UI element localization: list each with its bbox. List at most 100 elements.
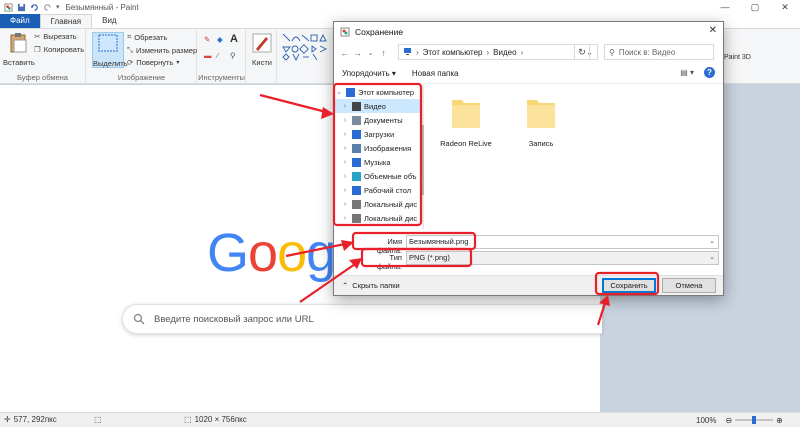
cut-button[interactable]: ✂ Вырезать: [34, 32, 77, 41]
folder-item[interactable]: Запись: [511, 85, 571, 148]
up-icon[interactable]: ↑: [377, 48, 390, 58]
organize-button[interactable]: Упорядочить ▾: [334, 69, 404, 78]
minimize-icon[interactable]: —: [710, 0, 740, 14]
undo-icon[interactable]: [30, 3, 39, 12]
color-picker-icon[interactable]: ⁄: [217, 51, 218, 60]
address-folder[interactable]: Видео: [493, 48, 516, 57]
window-title: Безымянный - Paint: [65, 2, 139, 12]
resize-label: Изменить размер: [136, 45, 198, 55]
filename-input[interactable]: Безымянный.png ⌄: [406, 235, 719, 249]
tree-item[interactable]: › Документы: [334, 113, 424, 127]
collapsed-chevron-icon[interactable]: ›: [341, 117, 349, 124]
cursor-icon: ✛: [4, 415, 11, 424]
collapsed-chevron-icon[interactable]: ›: [341, 173, 349, 180]
tree-item-label: Изображения: [364, 143, 412, 153]
new-folder-button[interactable]: Новая папка: [404, 69, 467, 78]
view-controls: ▤ ▾ ?: [680, 67, 715, 78]
shapes-gallery-icon[interactable]: [282, 33, 334, 63]
recent-dropdown-icon[interactable]: ⌄: [364, 49, 377, 57]
zoom-control: 100% ⊖ ⊕: [696, 415, 783, 425]
tree-item-label: Объемные объ: [364, 171, 417, 181]
collapsed-chevron-icon[interactable]: ›: [341, 201, 349, 208]
video-icon: [352, 101, 361, 111]
save-button[interactable]: Сохранить: [602, 278, 656, 293]
tree-item-label: Загрузки: [364, 129, 395, 139]
qat-dropdown-icon[interactable]: ▾: [56, 3, 60, 11]
collapsed-chevron-icon[interactable]: ›: [341, 103, 349, 110]
clipboard-group-label: Буфер обмена: [17, 73, 68, 82]
collapsed-chevron-icon[interactable]: ›: [341, 159, 349, 166]
tree-item[interactable]: › Загрузки: [334, 127, 424, 141]
forward-icon[interactable]: →: [351, 48, 364, 58]
paint3d-label: Paint 3D: [724, 54, 751, 61]
fill-icon[interactable]: ◆: [217, 35, 223, 44]
select-button[interactable]: Выделить: [92, 32, 128, 68]
hide-folders-toggle[interactable]: ⌃ Скрыть папки: [342, 281, 400, 290]
cancel-button[interactable]: Отмена: [662, 278, 716, 293]
close-window-icon[interactable]: ✕: [770, 0, 800, 14]
tree-item[interactable]: › Локальный дис: [334, 211, 424, 225]
address-bar[interactable]: › Этот компьютер › Видео › ⌄: [398, 44, 598, 60]
eraser-icon[interactable]: ▬: [204, 51, 212, 60]
filetype-dropdown-icon[interactable]: ⌄: [709, 252, 715, 264]
tab-home[interactable]: Главная: [39, 14, 93, 28]
tree-scroll-thumb[interactable]: [422, 125, 424, 195]
tree-item[interactable]: › Видео: [334, 99, 424, 113]
paste-button[interactable]: Вставить: [3, 32, 35, 67]
canvas-size-value: 1020 × 756пкс: [194, 415, 247, 424]
paint-app-icon: [4, 2, 13, 12]
folder-icon: [527, 100, 555, 128]
disk-icon: [352, 213, 361, 223]
paint3d-button[interactable]: Paint 3D: [724, 40, 800, 80]
pencil-icon[interactable]: ✎: [204, 35, 210, 44]
expanded-chevron-icon[interactable]: ⌄: [335, 88, 343, 96]
collapsed-chevron-icon[interactable]: ›: [341, 131, 349, 138]
filetype-select[interactable]: PNG (*.png) ⌄: [406, 251, 719, 265]
tab-view[interactable]: Вид: [92, 14, 126, 28]
documents-icon: [352, 115, 361, 125]
brushes-button[interactable]: Кисти: [249, 32, 275, 67]
rotate-button[interactable]: ⟳ Повернуть ▾: [127, 58, 179, 67]
back-icon[interactable]: ←: [338, 48, 351, 58]
tree-item[interactable]: › Изображения: [334, 141, 424, 155]
crop-button[interactable]: ⌗ Обрезать: [127, 32, 167, 42]
redo-icon[interactable]: [43, 3, 52, 12]
tree-item[interactable]: › Объемные объ: [334, 169, 424, 183]
dialog-title: Сохранение: [355, 27, 404, 37]
zoom-slider[interactable]: [735, 415, 774, 425]
copy-label: Копировать: [43, 45, 85, 54]
help-icon[interactable]: ?: [704, 67, 715, 78]
zoom-out-icon[interactable]: ⊖: [725, 416, 732, 425]
text-tool-icon[interactable]: A: [230, 33, 238, 45]
refresh-icon[interactable]: ↻: [574, 44, 590, 60]
folder-search-input[interactable]: ⚲ Поиск в: Видео: [604, 44, 714, 60]
copy-button[interactable]: ❐ Копировать: [34, 45, 84, 54]
dialog-toolbar: Упорядочить ▾ Новая папка ▤ ▾ ?: [334, 64, 723, 84]
rotate-icon: ⟳: [127, 58, 134, 67]
paint-title-bar: ▾ Безымянный - Paint — ▢ ✕: [0, 0, 800, 14]
zoom-in-icon[interactable]: ⊕: [776, 416, 783, 425]
address-root[interactable]: Этот компьютер: [423, 48, 483, 57]
filename-row: Имя файла: Безымянный.png ⌄: [334, 234, 723, 255]
tree-item[interactable]: ⌄ Этот компьютер: [334, 85, 424, 99]
folder-item[interactable]: Radeon ReLive: [436, 85, 496, 148]
collapsed-chevron-icon[interactable]: ›: [341, 215, 349, 222]
tree-item[interactable]: › Рабочий стол: [334, 183, 424, 197]
filename-dropdown-icon[interactable]: ⌄: [709, 236, 715, 248]
save-icon[interactable]: [17, 3, 26, 12]
dialog-close-icon[interactable]: ✕: [709, 25, 717, 36]
tree-item-label: Локальный дис: [364, 213, 418, 223]
resize-button[interactable]: ⤡ Изменить размер: [127, 45, 197, 55]
tree-scrollbar[interactable]: [422, 85, 424, 229]
tree-item[interactable]: › Музыка: [334, 155, 424, 169]
collapsed-chevron-icon[interactable]: ›: [341, 145, 349, 152]
logo-letter-g: G: [207, 223, 249, 283]
magnifier-icon[interactable]: ⚲: [230, 51, 236, 60]
tree-item[interactable]: › Локальный дис: [334, 197, 424, 211]
logo-letter-g2: g: [306, 223, 336, 283]
view-options-icon[interactable]: ▤ ▾: [680, 68, 694, 77]
tab-file[interactable]: Файл: [0, 14, 40, 28]
maximize-icon[interactable]: ▢: [740, 0, 770, 14]
collapsed-chevron-icon[interactable]: ›: [341, 187, 349, 194]
zoom-level: 100%: [696, 415, 717, 425]
